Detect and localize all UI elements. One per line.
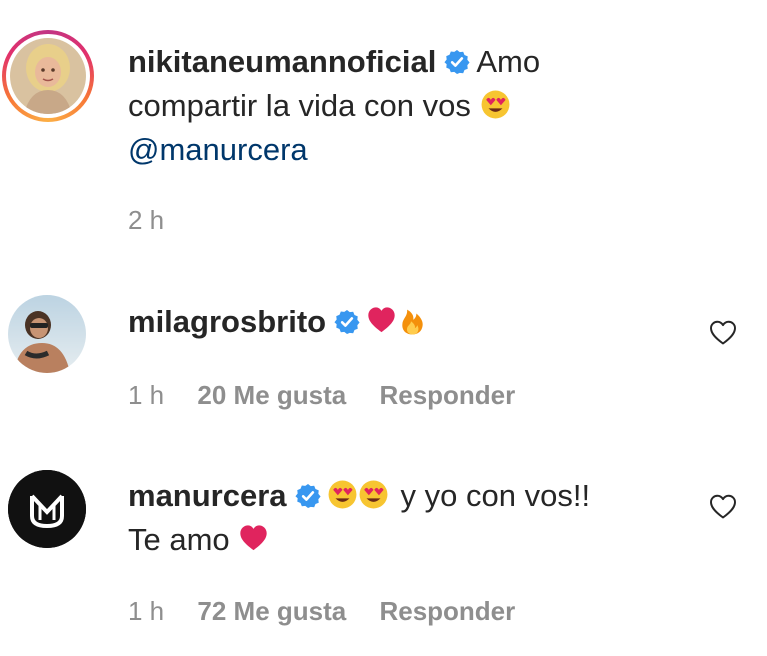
mention-link[interactable]: @manurcera [128, 132, 308, 167]
likes-count[interactable]: 72 Me gusta [197, 596, 346, 626]
comment-body-line2: compartir la vida con vos [128, 88, 471, 123]
fire-emoji-icon [397, 305, 428, 336]
comment-meta: 1 h 72 Me gusta Responder [128, 596, 541, 627]
mu-logo-icon [8, 470, 86, 548]
heart-eyes-emoji-icon [480, 89, 511, 120]
red-heart-emoji-icon [238, 523, 269, 554]
heart-eyes-emoji-icon [327, 479, 358, 510]
like-heart-icon[interactable] [708, 318, 738, 348]
verified-badge-icon [295, 483, 321, 509]
comment-text: nikitaneumannoficial Amo compartir la vid… [128, 40, 748, 172]
avatar-image [8, 295, 86, 373]
username[interactable]: manurcera [128, 478, 287, 513]
red-heart-emoji-icon [366, 305, 397, 336]
timestamp: 2 h [128, 205, 165, 235]
timestamp: 1 h [128, 380, 165, 410]
likes-count[interactable]: 20 Me gusta [197, 380, 346, 410]
comment-meta: 1 h 20 Me gusta Responder [128, 380, 541, 411]
comment-text: manurcera y yo con vos!! Te amo [128, 474, 688, 562]
comment-text: milagrosbrito [128, 300, 668, 344]
username[interactable]: milagrosbrito [128, 304, 326, 339]
comment-body-line2: Te amo [128, 522, 230, 557]
avatar[interactable] [8, 470, 86, 548]
username[interactable]: nikitaneumannoficial [128, 44, 436, 79]
heart-eyes-emoji-icon [358, 479, 389, 510]
verified-badge-icon [444, 49, 470, 75]
reply-button[interactable]: Responder [379, 596, 515, 626]
like-heart-icon[interactable] [708, 492, 738, 522]
comment-body-line1: y yo con vos!! [400, 478, 591, 513]
reply-button[interactable]: Responder [379, 380, 515, 410]
avatar[interactable] [10, 38, 86, 114]
comment-body-line1: Amo [476, 44, 541, 79]
comment-meta: 2 h [128, 205, 190, 236]
timestamp: 1 h [128, 596, 165, 626]
avatar-image [10, 38, 86, 114]
story-ring[interactable] [2, 30, 94, 122]
verified-badge-icon [334, 309, 360, 335]
avatar[interactable] [8, 295, 86, 373]
